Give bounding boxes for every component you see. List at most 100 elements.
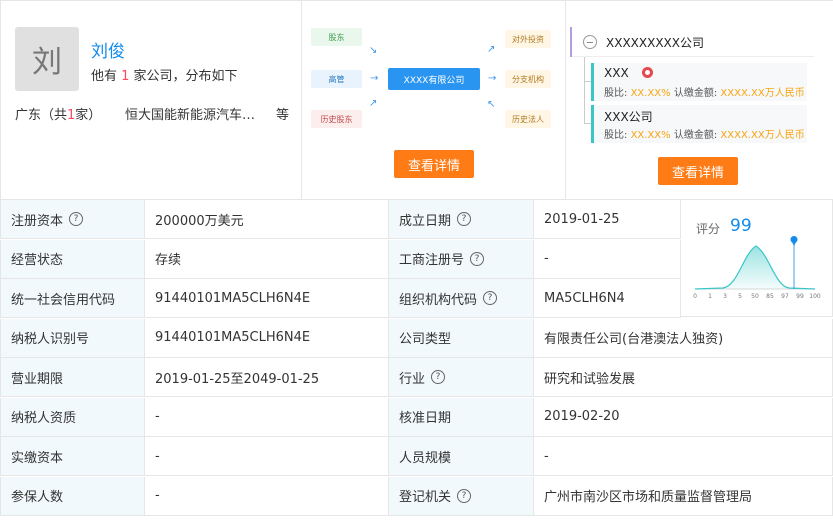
field-label: 人员规模	[389, 437, 534, 476]
field-label-text: 公司类型	[399, 332, 452, 347]
score-tick-label: 85	[766, 293, 774, 300]
arrow-icon: ↘	[369, 45, 378, 56]
field-value-text: 2019-01-25至2049-01-25	[155, 371, 320, 387]
field-value-text: 91440101MA5CLH6N4E	[155, 330, 311, 345]
child-info: 股比: XX.XX% 认缴金额: XXXX.XX万人民币	[604, 130, 805, 141]
arrow-icon: →	[488, 73, 497, 84]
field-value: -	[534, 437, 833, 476]
tree-connector	[584, 57, 585, 124]
structure-diagram-panel: 股东 高管 历史股东 XXXX有限公司 对外投资 分支机构 历史法人 ↘ → ↗…	[302, 1, 566, 200]
score-distribution-chart: 0 1 3 5 50 85 97 99 100	[693, 236, 821, 300]
equity-tree-panel: XXXXXXXXX公司 XXX 股比: XX.XX% 认缴金额: XXXX.XX…	[566, 1, 833, 200]
arrow-icon: ↖	[487, 99, 496, 110]
field-label-text: 统一社会信用代码	[11, 292, 116, 308]
tree-connector	[584, 123, 591, 124]
field-label-text: 经营状态	[11, 253, 64, 268]
child-info: 股比: XX.XX% 认缴金额: XXXX.XX万人民币	[604, 88, 805, 99]
field-value: -	[534, 239, 681, 279]
diagram-node-company: XXXX有限公司	[388, 68, 480, 90]
field-label: 纳税人资质	[0, 397, 145, 437]
field-value-text: 广州市南沙区市场和质量监督管理局	[544, 490, 753, 505]
person-marker-icon	[642, 67, 653, 78]
field-value: 2019-01-25	[534, 200, 681, 239]
score-tick-label: 5	[738, 293, 742, 300]
help-icon[interactable]: ?	[483, 291, 498, 305]
field-value-text: 研究和试验发展	[544, 371, 636, 387]
field-value: 2019-01-25至2049-01-25	[145, 358, 389, 397]
help-icon[interactable]: ?	[470, 251, 485, 266]
score-tick-label: 3	[723, 293, 727, 300]
arrow-icon: ↗	[487, 44, 496, 55]
diagram-node-history-shareholder: 历史股东	[311, 110, 362, 128]
field-label: 组织机构代码?	[389, 279, 534, 318]
top-panels: 刘 刘俊 他有 1 家公司，分布如下 广东（共1家） 恒大国能新能源汽车（广州）…	[0, 0, 833, 200]
field-label: 工商注册号?	[389, 239, 534, 279]
field-label: 纳税人识别号	[0, 318, 145, 358]
field-value: 有限责任公司(台港澳法人独资)	[534, 318, 833, 358]
score-tick-label: 1	[708, 293, 712, 300]
field-label: 经营状态	[0, 239, 145, 279]
field-value: 2019-02-20	[534, 397, 833, 437]
collapse-icon[interactable]	[583, 35, 597, 49]
field-value: 200000万美元	[145, 200, 389, 239]
field-label: 行业?	[389, 358, 534, 397]
field-label: 公司类型	[389, 318, 534, 358]
score-ticks: 0 1 3 5 50 85 97 99 100	[693, 293, 821, 300]
field-value-text: -	[544, 448, 549, 464]
score-tick-label: 50	[751, 293, 759, 300]
field-label-text: 实缴资本	[11, 450, 64, 466]
field-label-text: 纳税人识别号	[11, 332, 90, 347]
tree-child-card[interactable]: XXX 股比: XX.XX% 认缴金额: XXXX.XX万人民币	[591, 63, 807, 101]
field-value-text: 存续	[155, 253, 182, 268]
child-name: XXX	[604, 66, 629, 80]
field-label-text: 行业	[399, 371, 426, 387]
field-value-text: -	[544, 251, 549, 266]
view-structure-button[interactable]: 查看详情	[394, 150, 474, 178]
company-link[interactable]: 恒大国能新能源汽车（广州）有限公司	[125, 104, 265, 123]
field-label-text: 营业期限	[11, 371, 64, 387]
help-icon[interactable]: ?	[431, 370, 446, 384]
field-value: 研究和试验发展	[534, 358, 833, 397]
person-panel: 刘 刘俊 他有 1 家公司，分布如下 广东（共1家） 恒大国能新能源汽车（广州）…	[1, 1, 302, 200]
field-label-text: 工商注册号	[399, 253, 465, 268]
field-value: -	[145, 476, 389, 516]
field-value: 存续	[145, 239, 389, 279]
more-text: 等	[276, 108, 290, 123]
tree-child-card[interactable]: XXX公司 股比: XX.XX% 认缴金额: XXXX.XX万人民币	[591, 105, 807, 143]
field-label-text: 人员规模	[399, 450, 452, 466]
field-value: 91440101MA5CLH6N4E	[145, 318, 389, 358]
diagram-node-executive: 高管	[311, 70, 362, 88]
field-value: -	[145, 437, 389, 476]
diagram-node-branch: 分支机构	[505, 70, 551, 88]
field-label: 参保人数	[0, 476, 145, 516]
field-label: 统一社会信用代码	[0, 279, 145, 318]
field-label: 注册资本?	[0, 200, 145, 239]
field-value-text: -	[155, 448, 160, 464]
diagram-node-history-legal: 历史法人	[505, 110, 551, 128]
field-value-text: 200000万美元	[155, 213, 244, 229]
help-icon[interactable]: ?	[457, 488, 472, 503]
score-box: 评分 99 0 1 3 5 50 85 97 99 100	[681, 200, 833, 317]
person-name-link[interactable]: 刘俊	[91, 37, 125, 62]
field-label: 成立日期?	[389, 200, 534, 239]
field-value: MA5CLH6N4	[534, 279, 681, 318]
score-tick-label: 99	[796, 293, 804, 300]
field-label: 营业期限	[0, 358, 145, 397]
field-label-text: 核准日期	[399, 411, 452, 426]
child-name: XXX公司	[604, 110, 653, 124]
help-icon[interactable]: ?	[69, 212, 84, 226]
arrow-icon: ↗	[369, 98, 378, 109]
field-value: 91440101MA5CLH6N4E	[145, 279, 389, 318]
field-label-text: 纳税人资质	[11, 411, 77, 426]
field-label-text: 注册资本	[11, 213, 64, 229]
score-tick-label: 100	[809, 293, 821, 300]
diagram-node-investment: 对外投资	[505, 30, 551, 48]
field-value-text: 2019-02-20	[544, 409, 620, 424]
view-equity-button[interactable]: 查看详情	[658, 157, 738, 185]
score-tick-label: 0	[693, 293, 697, 300]
tree-connector	[584, 81, 591, 82]
score-pin-icon	[790, 236, 798, 246]
field-value-text: -	[155, 488, 160, 503]
help-icon[interactable]: ?	[457, 212, 472, 226]
score-value: 99	[730, 216, 752, 236]
